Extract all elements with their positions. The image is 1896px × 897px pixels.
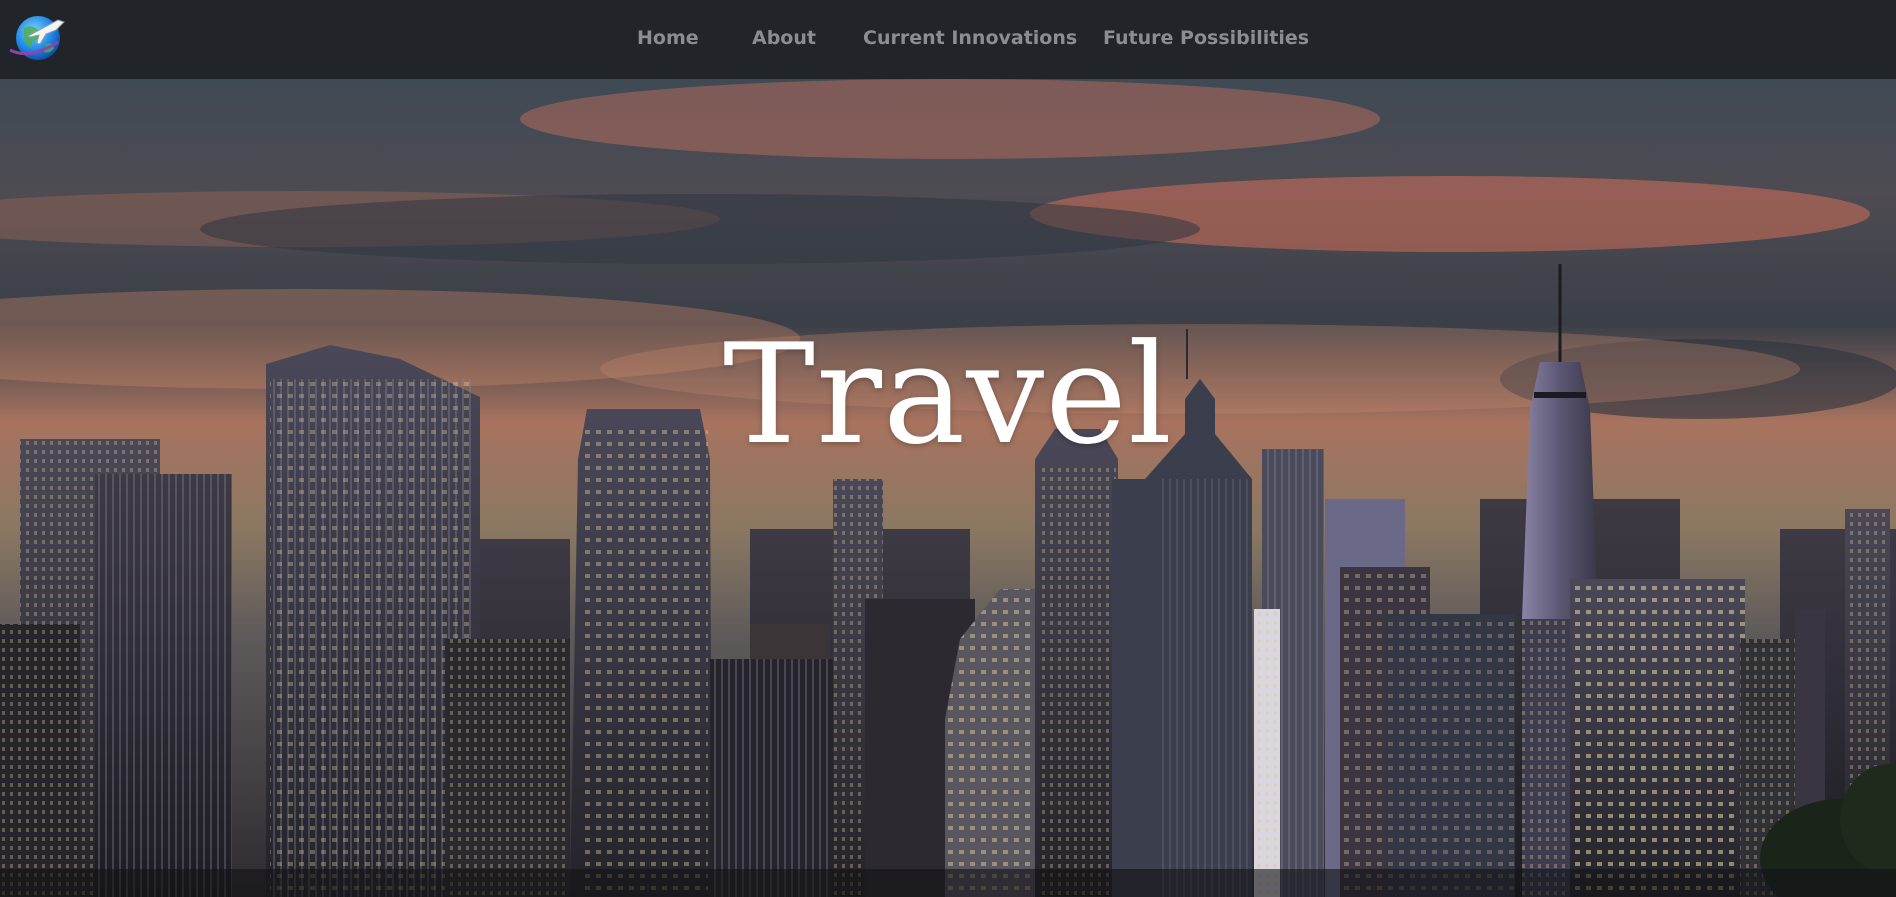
city-skyline-background xyxy=(0,79,1896,897)
nav-link-about[interactable]: About xyxy=(752,26,816,50)
nav-link-future-possibilities[interactable]: Future Possibilities xyxy=(1103,26,1309,50)
navbar: Home About Current Innovations Future Po… xyxy=(0,0,1896,79)
nav-link-home[interactable]: Home xyxy=(637,26,699,50)
hero-title: Travel xyxy=(722,314,1174,475)
nav-link-current-innovations[interactable]: Current Innovations xyxy=(863,26,1077,50)
hero-banner: Travel xyxy=(0,79,1896,897)
nav-links: Home About Current Innovations Future Po… xyxy=(0,0,1896,79)
